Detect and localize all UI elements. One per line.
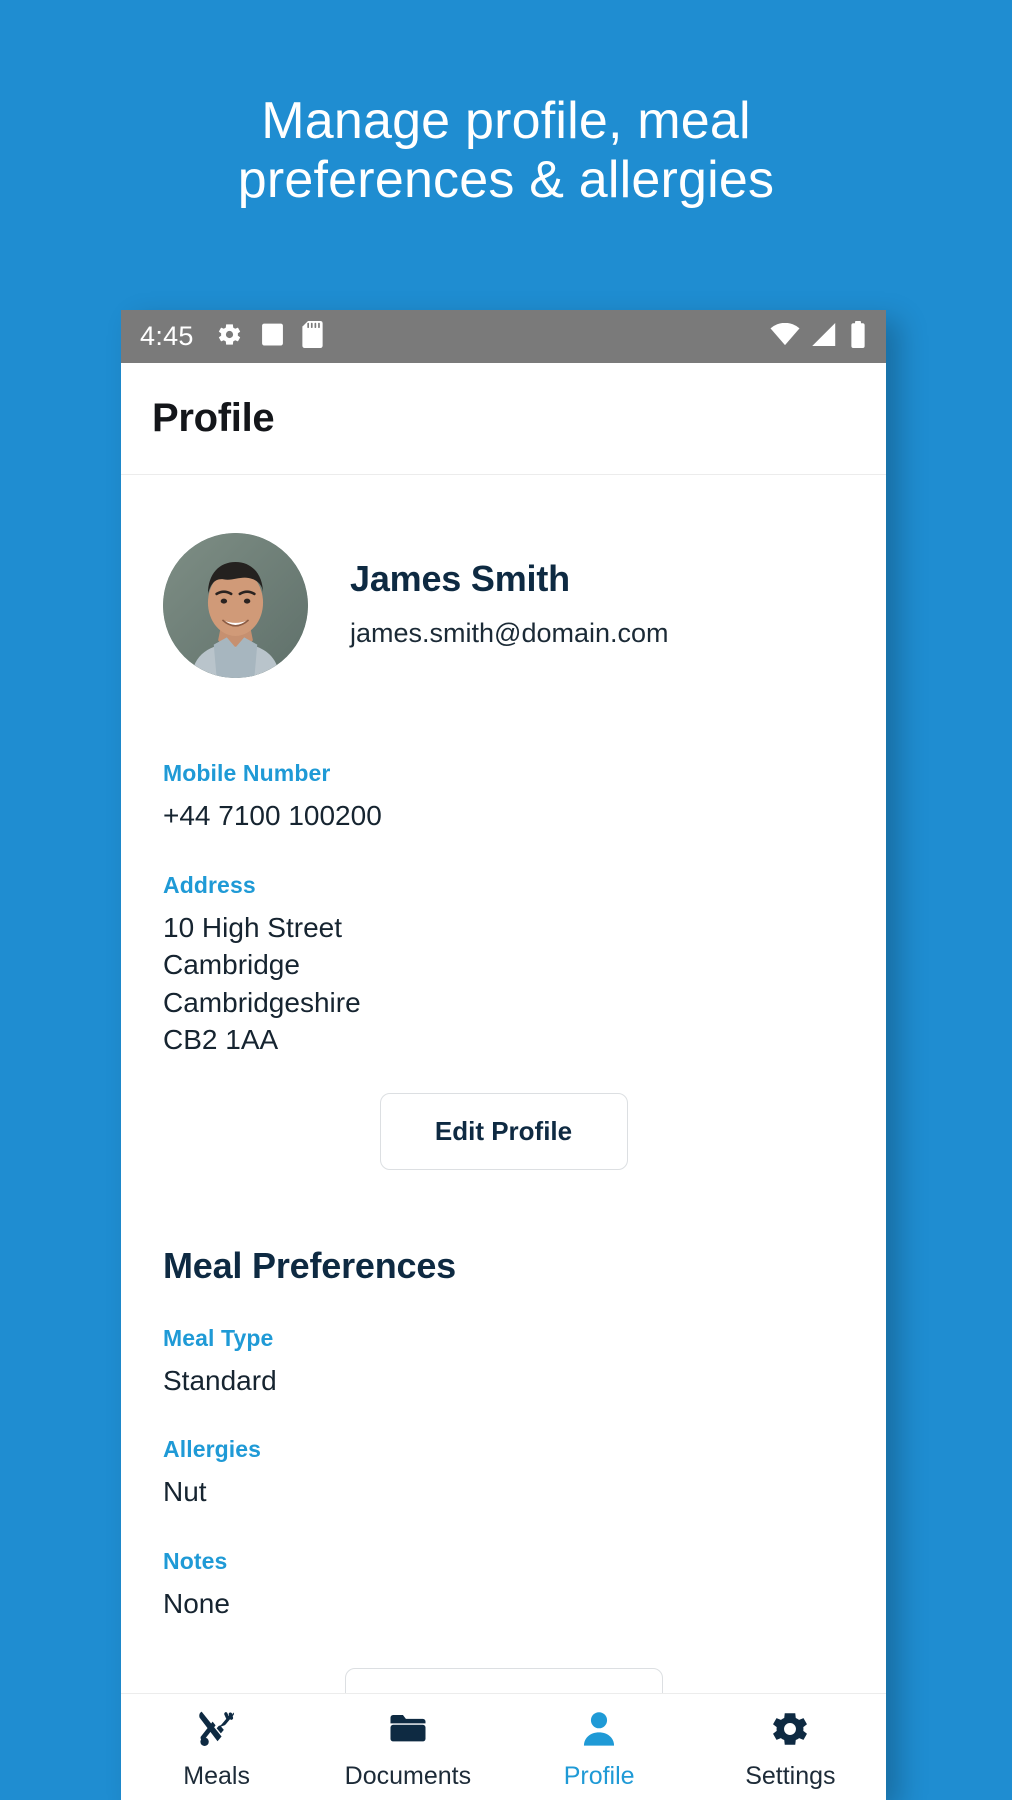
- nav-item-settings[interactable]: Settings: [695, 1708, 886, 1791]
- promo-screenshot: Manage profile, meal preferences & aller…: [0, 0, 1012, 1800]
- profile-email: james.smith@domain.com: [350, 618, 669, 648]
- nav-item-profile[interactable]: Profile: [504, 1708, 695, 1791]
- cell-signal-icon: [812, 322, 838, 351]
- status-bar-clock: 4:45: [140, 321, 194, 351]
- field-label: Address: [163, 872, 256, 899]
- wifi-icon: [770, 322, 800, 351]
- profile-name: James Smith: [350, 558, 570, 599]
- status-bar: 4:45: [121, 310, 886, 363]
- battery-icon: [850, 320, 866, 353]
- nav-item-meals[interactable]: Meals: [121, 1708, 312, 1791]
- status-bar-right-icons: [770, 320, 866, 353]
- phone-frame: 4:45 Profile James Smith james.smith@dom…: [121, 310, 886, 1800]
- identity-block: James Smith james.smith@domain.com: [163, 475, 844, 678]
- field-value: 10 High Street Cambridge Cambridgeshire …: [163, 912, 361, 1055]
- edit-profile-button[interactable]: Edit Profile: [379, 1093, 628, 1171]
- field-mobile-number: Mobile Number +44 7100 100200: [163, 760, 844, 834]
- field-address: Address 10 High Street Cambridge Cambrid…: [163, 872, 844, 1058]
- identity-text: James Smith james.smith@domain.com: [350, 558, 669, 653]
- nav-label: Meals: [183, 1762, 250, 1790]
- field-value: None: [163, 1587, 230, 1619]
- field-allergies: Allergies Nut: [163, 1436, 844, 1510]
- person-icon: [577, 1708, 621, 1750]
- profile-content: James Smith james.smith@domain.com Mobil…: [121, 475, 886, 1693]
- field-value: Nut: [163, 1476, 207, 1508]
- headline-line-2: preferences & allergies: [237, 150, 775, 209]
- page-title: Profile: [152, 396, 275, 440]
- nav-label: Settings: [745, 1762, 836, 1790]
- headline-line-1: Manage profile, meal: [261, 92, 751, 150]
- edit-profile-row: Edit Profile: [163, 1093, 844, 1171]
- edit-preferences-button[interactable]: Edit Preferences: [344, 1667, 663, 1693]
- promo-headline: Manage profile, meal preferences & aller…: [0, 92, 1012, 210]
- sd-card-icon: [302, 320, 323, 353]
- field-value: Standard: [163, 1365, 277, 1397]
- gear-icon: [216, 321, 243, 353]
- field-label: Notes: [163, 1547, 228, 1574]
- gear-icon: [768, 1708, 812, 1750]
- field-meal-type: Meal Type Standard: [163, 1325, 844, 1399]
- cutlery-icon: [195, 1708, 239, 1750]
- edit-preferences-row: Edit Preferences: [163, 1667, 844, 1693]
- field-value: +44 7100 100200: [163, 800, 382, 831]
- field-label: Allergies: [163, 1436, 262, 1463]
- app-bar: Profile: [121, 363, 886, 475]
- bottom-navigation: Meals Documents Profile Settings: [121, 1693, 886, 1800]
- square-notification-icon: [260, 321, 285, 352]
- avatar-photo: [163, 533, 308, 678]
- field-label: Meal Type: [163, 1325, 274, 1352]
- meal-preferences-heading: Meal Preferences: [163, 1245, 456, 1287]
- nav-item-documents[interactable]: Documents: [312, 1708, 503, 1791]
- field-label: Mobile Number: [163, 760, 331, 786]
- avatar: [163, 533, 308, 678]
- nav-label: Documents: [344, 1762, 472, 1790]
- nav-label: Profile: [563, 1762, 635, 1790]
- status-bar-left-icons: [216, 320, 323, 353]
- folder-icon: [386, 1708, 430, 1750]
- field-notes: Notes None: [163, 1548, 844, 1622]
